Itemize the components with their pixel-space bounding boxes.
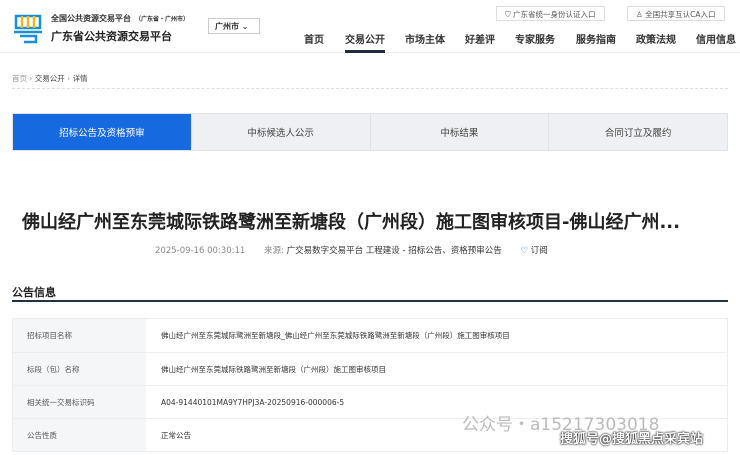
stage-tabs: 招标公告及资格预审 中标候选人公示 中标结果 合同订立及履约 xyxy=(12,113,728,151)
city-value: 广州市 xyxy=(215,22,239,31)
nav-trading[interactable]: 交易公开 xyxy=(345,31,385,53)
breadcrumb: 首页 › 交易公开 › 详情 xyxy=(12,74,88,83)
subscribe-button[interactable]: ♡ 订阅 xyxy=(520,246,547,256)
row-label: 相关统一交易标识码 xyxy=(13,386,146,418)
section-title: 公告信息 xyxy=(12,286,56,299)
crumb-current: 详情 xyxy=(72,74,88,83)
link-label: 广东省统一身份认证入口 xyxy=(513,10,596,19)
source-label: 来源: xyxy=(263,246,284,256)
page-title: 佛山经广州至东莞城际铁路鹭洲至新塘段（广州段）施工图审核项目-佛山经广州... xyxy=(22,212,680,233)
crumb-trading[interactable]: 交易公开 xyxy=(35,74,65,83)
subtitle-region: （广东省・广州市） xyxy=(135,16,190,23)
platform-subtitle: 全国公共资源交易平台 （广东省・广州市） xyxy=(51,13,189,24)
tab-candidates[interactable]: 中标候选人公示 xyxy=(190,114,370,150)
nav-policy[interactable]: 政策法规 xyxy=(636,31,676,46)
ca-login-link[interactable]: ♙ 全国共享互认CA入口 xyxy=(627,6,725,21)
divider xyxy=(12,88,728,89)
section-divider xyxy=(12,300,728,302)
logo-icon xyxy=(14,14,42,44)
chevron-down-icon: ⌄ xyxy=(241,22,249,31)
row-value: 佛山经广州至东莞城际鹭洲至新塘段_佛山经广州至东莞城际铁路鹭洲至新塘段（广州段）… xyxy=(161,331,510,340)
tab-tender-notice[interactable]: 招标公告及资格预审 xyxy=(13,114,191,150)
crumb-home[interactable]: 首页 xyxy=(12,74,27,83)
header: 全国公共资源交易平台 （广东省・广州市） 广东省公共资源交易平台 广州市 ⌄ ⛉ … xyxy=(0,0,740,53)
gd-identity-login-link[interactable]: ⛉ 广东省统一身份认证入口 xyxy=(496,6,605,21)
publish-time: 2025-09-16 00:30:11 xyxy=(155,246,246,256)
row-label: 公告性质 xyxy=(13,419,146,451)
nav-market[interactable]: 市场主体 xyxy=(405,31,445,46)
row-value: 佛山经广州至东莞城际铁路鹭洲至新塘段（广州段）施工图审核项目 xyxy=(161,364,386,374)
shield-icon: ⛉ xyxy=(505,10,511,19)
nav-guide[interactable]: 服务指南 xyxy=(576,31,616,46)
table-row: 招标项目名称 佛山经广州至东莞城际鹭洲至新塘段_佛山经广州至东莞城际铁路鹭洲至新塘… xyxy=(13,319,727,352)
nav-credit[interactable]: 信用信息 xyxy=(696,31,736,46)
tab-contract[interactable]: 合同订立及履约 xyxy=(548,114,727,150)
nav-home[interactable]: 首页 xyxy=(304,31,324,46)
platform-brand: 广东省公共资源交易平台 xyxy=(51,30,172,43)
nav-expert[interactable]: 专家服务 xyxy=(515,31,555,46)
source-value: 广交易数字交易平台 工程建设 - 招标公告、资格预审公告 xyxy=(286,246,502,256)
subscribe-label: 订阅 xyxy=(530,246,548,256)
table-row: 标段（包）名称 佛山经广州至东莞城际铁路鹭洲至新塘段（广州段）施工图审核项目 xyxy=(13,352,727,385)
watermark-sohu: 搜狐号@搜狐黑点采宾站 xyxy=(560,432,704,447)
user-icon: ♙ xyxy=(636,10,643,19)
subtitle-text: 全国公共资源交易平台 xyxy=(51,14,131,23)
tab-result[interactable]: 中标结果 xyxy=(369,114,549,150)
nav-review[interactable]: 好差评 xyxy=(465,31,495,46)
heart-icon: ♡ xyxy=(520,246,529,256)
row-label: 标段（包）名称 xyxy=(13,353,146,385)
row-label: 招标项目名称 xyxy=(13,319,146,352)
link-label: 全国共享互认CA入口 xyxy=(645,10,716,19)
city-select[interactable]: 广州市 ⌄ xyxy=(208,18,260,34)
article-meta: 2025-09-16 00:30:11 来源: 广交易数字交易平台 工程建设 -… xyxy=(155,244,548,256)
